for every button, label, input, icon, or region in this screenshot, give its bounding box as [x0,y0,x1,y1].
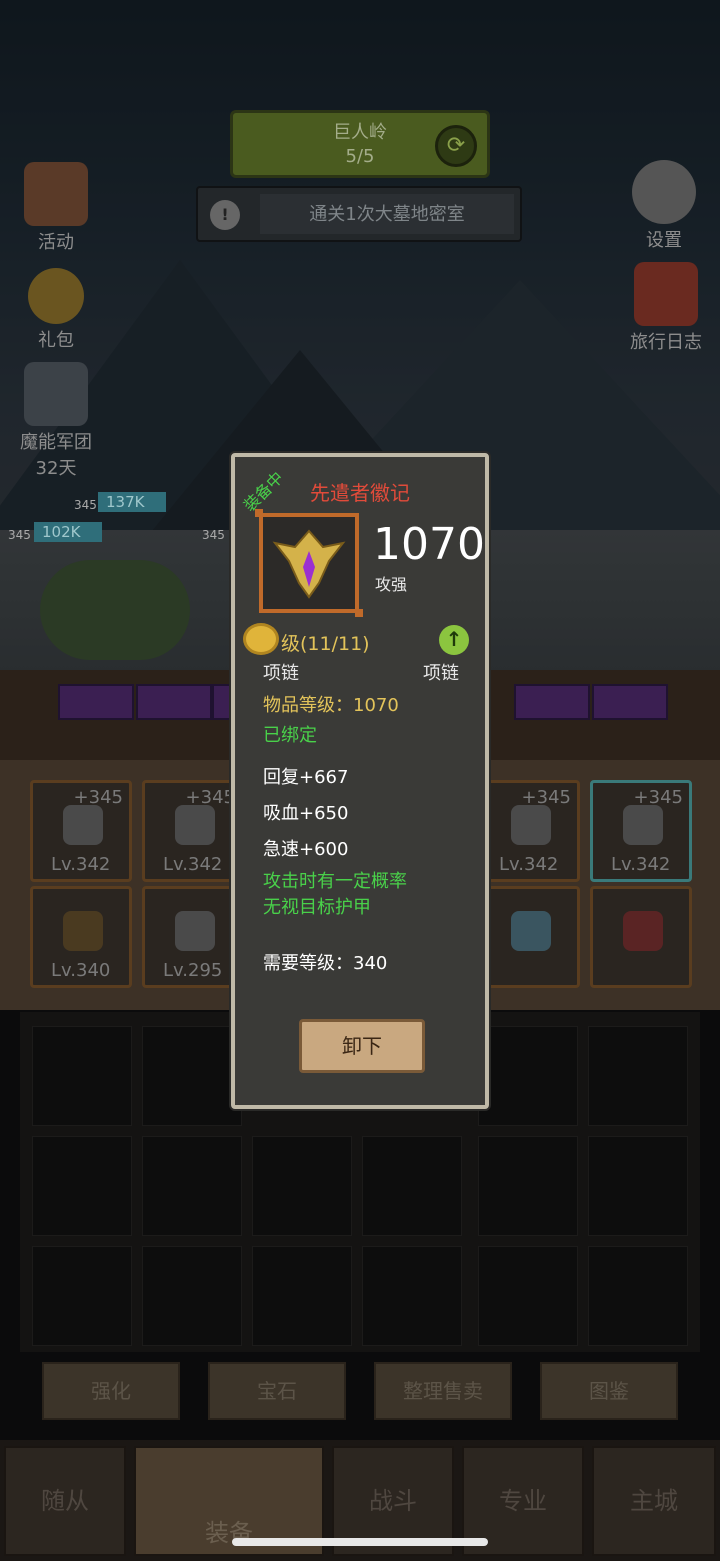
item-name: 先遣者徽记 [310,481,410,505]
legion-helmet-icon [24,362,88,426]
item-level: 物品等级：1070 [263,695,399,716]
slot-level: Lv.340 [51,960,111,981]
scroll-icon [24,162,88,226]
gift-label: 礼包 [38,330,74,351]
hero-power-bar: 137K [98,492,166,512]
sort-sell-button[interactable]: 整理售卖 [374,1362,512,1420]
enhance-button[interactable]: 强化 [42,1362,180,1420]
activity-button[interactable]: 活动 [14,162,98,254]
journal-button[interactable]: 旅行日志 [616,262,716,354]
skill-bar [136,684,212,720]
task-bar[interactable]: ! 通关1次大墓地密室 [196,186,522,242]
inventory-cell[interactable] [588,1136,688,1236]
stat-line: 急速+600 [263,839,349,860]
tab-followers[interactable]: 随从 [4,1446,126,1556]
equip-slot-ring[interactable]: Lv.295 [142,886,244,988]
unequip-button[interactable]: 卸下 [299,1019,425,1073]
quest-panel[interactable]: 巨人岭 5/5 ⟳ [230,110,490,178]
shoulder-icon [175,805,215,845]
item-score-label: 攻强 [375,575,408,594]
slot-level: Lv.295 [163,960,223,981]
bound-status: 已绑定 [263,725,317,746]
tab-main-city[interactable]: 主城 [592,1446,716,1556]
journal-icon [634,262,698,326]
inventory-cell[interactable] [478,1136,578,1236]
hero-level: 345 [8,528,31,542]
inventory-cell[interactable] [362,1136,462,1236]
stat-line: 吸血+650 [263,803,349,824]
activity-label: 活动 [38,232,74,253]
gift-button[interactable]: 礼包 [14,268,98,352]
skill-bar [514,684,590,720]
skill-bar [58,684,134,720]
refresh-icon[interactable]: ⟳ [435,125,477,167]
inventory-cell[interactable] [588,1246,688,1346]
inventory-cell[interactable] [588,1026,688,1126]
effect-line: 攻击时有一定概率 [263,871,407,892]
armor-icon [623,911,663,951]
inventory-cell[interactable] [252,1136,352,1236]
inventory-cell[interactable] [252,1246,352,1346]
settings-label: 设置 [646,230,682,251]
item-icon-frame [255,509,363,617]
legion-label: 魔能军团 [20,432,92,453]
sword-icon [511,805,551,845]
equip-slot-weapon[interactable]: +345 Lv.342 [478,780,580,882]
inventory-cell[interactable] [142,1026,242,1126]
hero-power-bar: 102K [34,522,102,542]
hero-sprites [40,560,190,660]
upgrade-arrow-icon[interactable]: ↑ [439,625,469,655]
legion-days: 32天 [35,458,77,479]
equip-slot-trinket[interactable] [478,886,580,988]
coin-icon [243,623,279,655]
inventory-cell[interactable] [32,1026,132,1126]
item-score: 1070 [373,519,485,570]
inventory-cell[interactable] [142,1246,242,1346]
emblem-icon [272,529,346,599]
equip-slot-necklace[interactable]: Lv.340 [30,886,132,988]
alert-icon: ! [210,200,240,230]
codex-button[interactable]: 图鉴 [540,1362,678,1420]
slot-level: Lv.342 [163,854,223,875]
slot-level: Lv.342 [51,854,111,875]
enhance-level: 级(11/11) [281,633,370,655]
skill-bar [592,684,668,720]
required-level: 需要等级：340 [263,953,388,974]
slot-level: Lv.342 [611,854,671,875]
inventory-cell[interactable] [142,1136,242,1236]
stat-line: 回复+667 [263,767,349,788]
emblem-icon [63,911,103,951]
compare-slot-type: 项链 [423,663,459,684]
task-text: 通关1次大墓地密室 [260,194,514,234]
special-effect: 攻击时有一定概率 无视目标护甲 [263,869,407,921]
effect-line: 无视目标护甲 [263,897,371,918]
gear-icon [632,160,696,224]
equip-slot-helmet[interactable]: +345 Lv.342 [30,780,132,882]
gift-coin-icon [28,268,84,324]
inventory-cell[interactable] [32,1246,132,1346]
helmet-icon [63,805,103,845]
equip-slot-offhand[interactable]: +345 Lv.342 [590,780,692,882]
slot-level: Lv.342 [499,854,559,875]
home-indicator[interactable] [232,1538,488,1546]
legion-button[interactable]: 魔能军团 32天 [8,362,104,480]
equip-slot-shoulder[interactable]: +345 Lv.342 [142,780,244,882]
settings-button[interactable]: 设置 [622,160,706,252]
sword-icon [623,805,663,845]
equip-slot-armor[interactable] [590,886,692,988]
hero-level: 345 [74,498,97,512]
item-detail-popup: 装备中 先遣者徽记 1070 攻强 级(11/11) ↑ 项链 项链 物品等级：… [231,453,489,1109]
inventory-cell[interactable] [32,1136,132,1236]
hero-level: 345 [202,528,225,542]
gem-icon [511,911,551,951]
gem-button[interactable]: 宝石 [208,1362,346,1420]
inventory-cell[interactable] [362,1246,462,1346]
ring-icon [175,911,215,951]
inventory-cell[interactable] [478,1026,578,1126]
inventory-cell[interactable] [478,1246,578,1346]
journal-label: 旅行日志 [630,332,702,353]
item-slot-type: 项链 [263,663,299,684]
